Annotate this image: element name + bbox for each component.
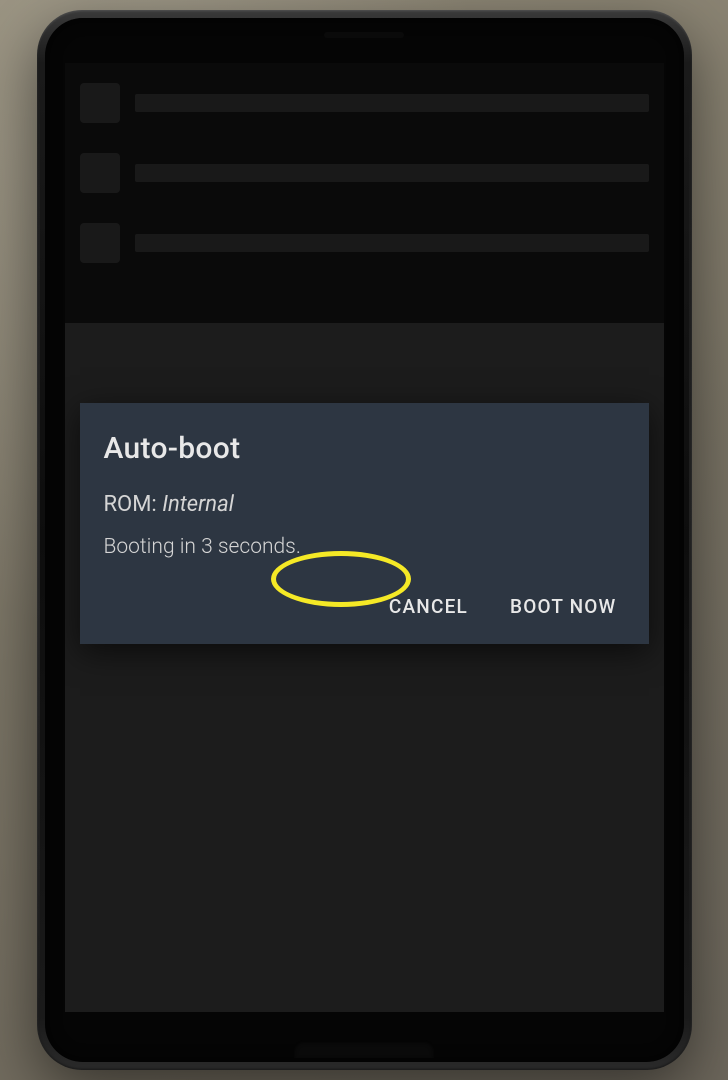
background-text <box>135 234 649 252</box>
phone-edge-right <box>689 50 692 1030</box>
dimmed-background <box>65 63 664 323</box>
phone-home-area <box>294 1040 434 1058</box>
phone-edge-left <box>37 50 40 1030</box>
background-row <box>80 153 649 193</box>
dialog-button-row: CANCEL BOOT NOW <box>104 587 625 626</box>
phone-screen: Auto-boot ROM: Internal Booting in 3 sec… <box>65 63 664 1012</box>
phone-speaker <box>324 32 404 38</box>
background-text <box>135 164 649 182</box>
cancel-button[interactable]: CANCEL <box>385 587 472 626</box>
phone-device: Auto-boot ROM: Internal Booting in 3 sec… <box>37 10 692 1070</box>
background-row <box>80 223 649 263</box>
background-icon <box>80 153 120 193</box>
rom-value: Internal <box>162 492 234 517</box>
rom-label: ROM: <box>104 492 157 517</box>
background-content <box>65 63 664 313</box>
dialog-countdown-message: Booting in 3 seconds. <box>104 535 625 559</box>
background-text <box>135 94 649 112</box>
background-icon <box>80 223 120 263</box>
dialog-rom-line: ROM: Internal <box>104 492 625 517</box>
dialog-title: Auto-boot <box>104 431 625 466</box>
boot-now-button[interactable]: BOOT NOW <box>506 587 621 626</box>
background-icon <box>80 83 120 123</box>
autoboot-dialog: Auto-boot ROM: Internal Booting in 3 sec… <box>80 403 649 644</box>
background-row <box>80 83 649 123</box>
background-surface: Auto-boot ROM: Internal Booting in 3 sec… <box>0 0 728 1080</box>
phone-bezel: Auto-boot ROM: Internal Booting in 3 sec… <box>45 18 684 1062</box>
